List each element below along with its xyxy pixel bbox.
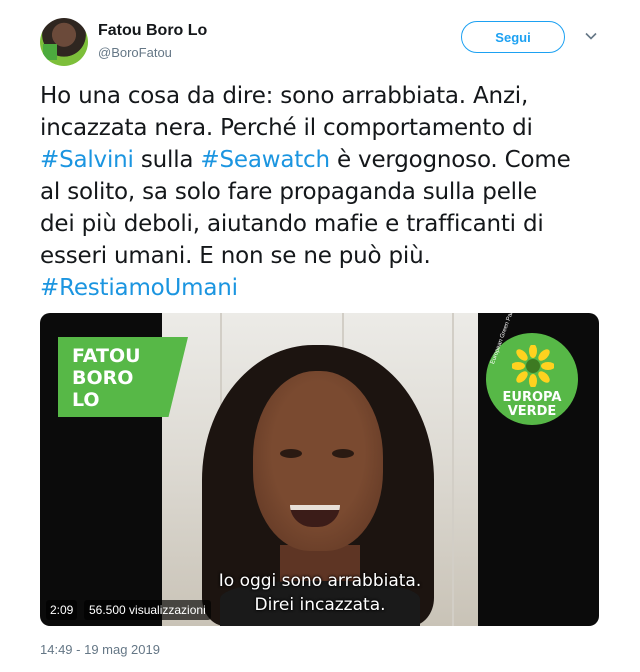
- tweet-text-segment: è vergognoso. Come: [329, 147, 571, 173]
- tweet-text-segment: esseri umani. E non se ne può più.: [40, 243, 431, 269]
- logo-text-bottom: VERDE: [507, 404, 557, 419]
- tweet-line: #Salvini sulla #Seawatch è vergognoso. C…: [40, 144, 605, 176]
- europa-verde-logo: European Green Party EUROPA VERDE: [486, 313, 578, 425]
- tweet-line: al solito, sa solo fare propaganda sulla…: [40, 176, 605, 208]
- tweet-line: #RestiamoUmani: [40, 272, 605, 304]
- chevron-down-icon[interactable]: [585, 30, 597, 42]
- banner-line-2: BORO: [72, 367, 134, 389]
- tweet-header: Fatou Boro Lo @BoroFatou Segui: [40, 18, 600, 68]
- tweet-line: incazzata nera. Perché il comportamento …: [40, 112, 605, 144]
- banner-line-3: LO: [72, 389, 100, 411]
- author-handle[interactable]: @BoroFatou: [98, 45, 172, 60]
- tweet-text-segment: Ho una cosa da dire: sono arrabbiata. An…: [40, 83, 529, 109]
- tweet-text-segment: al solito, sa solo fare propaganda sulla…: [40, 179, 537, 205]
- person-eye-left: [280, 449, 302, 458]
- author-name[interactable]: Fatou Boro Lo: [98, 22, 207, 40]
- hashtag-link[interactable]: #RestiamoUmani: [40, 275, 238, 301]
- subtitle-line-1: Io oggi sono arrabbiata.: [218, 571, 422, 591]
- hashtag-link[interactable]: #Salvini: [40, 147, 134, 173]
- person-eye-right: [332, 449, 354, 458]
- avatar[interactable]: [40, 18, 88, 66]
- video-player[interactable]: FATOU BORO LO European Green Party EUROP…: [40, 313, 599, 626]
- video-duration: 2:09: [46, 600, 78, 620]
- tweet-line: dei più deboli, aiutando mafie e traffic…: [40, 208, 605, 240]
- banner-line-1: FATOU: [72, 345, 141, 367]
- name-banner: FATOU BORO LO: [58, 337, 188, 417]
- follow-button[interactable]: Segui: [461, 21, 565, 53]
- tweet-line: Ho una cosa da dire: sono arrabbiata. An…: [40, 80, 605, 112]
- video-views: 56.500 visualizzazioni: [84, 600, 211, 620]
- tweet-text-segment: sulla: [133, 147, 201, 173]
- avatar-badge: [43, 44, 57, 60]
- tweet-text-segment: dei più deboli, aiutando mafie e traffic…: [40, 211, 544, 237]
- tweet-text-segment: incazzata nera. Perché il comportamento …: [40, 115, 533, 141]
- tweet-timestamp[interactable]: 14:49 - 19 mag 2019: [40, 642, 160, 657]
- tweet-line: esseri umani. E non se ne può più.: [40, 240, 605, 272]
- logo-text-top: EUROPA: [502, 390, 562, 405]
- hashtag-link[interactable]: #Seawatch: [200, 147, 330, 173]
- tweet-text: Ho una cosa da dire: sono arrabbiata. An…: [40, 80, 605, 304]
- sunflower-icon: [512, 345, 554, 387]
